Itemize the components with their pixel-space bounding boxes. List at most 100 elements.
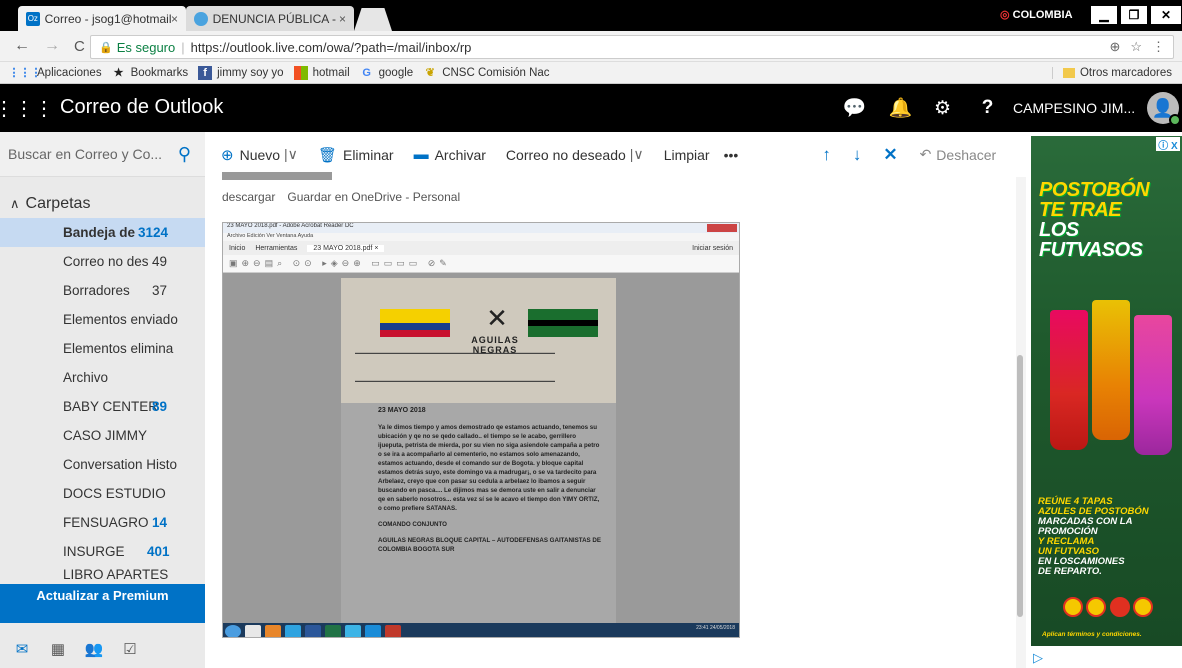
bookmark-facebook[interactable]: f jimmy soy yo xyxy=(198,65,284,80)
pdf-letter: 23 MAYO 2018 Ya le dimos tiempo y amos d… xyxy=(378,406,603,561)
letter-group: AGUILAS NEGRAS BLOQUE CAPITAL – AUTODEFE… xyxy=(378,537,601,553)
ad-terms: Aplican términos y condiciones. xyxy=(1042,631,1142,638)
folder-conversation-history[interactable]: Conversation Histo xyxy=(0,450,205,479)
other-bookmarks[interactable]: Otros marcadores xyxy=(1051,66,1172,79)
tasks-icon[interactable]: ☑ xyxy=(112,640,148,658)
taskbar-app-icon xyxy=(325,624,341,637)
gear-icon[interactable]: ⚙ xyxy=(920,84,965,132)
folder-caso-jimmy[interactable]: CASO JIMMY xyxy=(0,421,205,450)
taskbar-app-icon xyxy=(305,624,321,637)
tab-close-icon[interactable]: × xyxy=(339,12,346,26)
folder-inbox[interactable]: Bandeja de 3124 xyxy=(0,218,205,247)
pdf-toolbar: ▣⊕⊖▤⌕ ⊙⊙ ▸◈⊖⊕ ▭▭▭▭ ⊘✎ xyxy=(223,255,739,273)
help-icon[interactable]: ? xyxy=(965,84,1010,132)
folder-drafts[interactable]: Borradores 37 xyxy=(0,276,205,305)
facebook-icon: f xyxy=(198,65,213,80)
taskbar-app-icon xyxy=(285,624,301,637)
cup-image xyxy=(1050,310,1088,450)
upgrade-premium-button[interactable]: Actualizar a Premium xyxy=(0,584,205,623)
taskbar-app-icon xyxy=(345,624,361,637)
pdf-menu: Archivo Edición Ver Ventana Ayuda xyxy=(223,233,739,241)
browser-tab-outlook[interactable]: Oz Correo - jsog1@hotmail. × xyxy=(18,6,186,31)
forward-icon[interactable]: → xyxy=(44,37,60,55)
more-actions-button[interactable]: ••• xyxy=(724,147,739,163)
back-icon[interactable]: ← xyxy=(14,37,30,55)
taskbar-app-icon xyxy=(385,624,401,637)
save-onedrive-link[interactable]: Guardar en OneDrive - Personal xyxy=(287,190,460,204)
ad-play-icon[interactable]: ▷ xyxy=(1033,650,1043,666)
avatar[interactable]: 👤 xyxy=(1147,92,1181,126)
tab-label: Correo - jsog1@hotmail. xyxy=(44,11,171,26)
pdf-window-title: 23 MAYO 2018.pdf - Adobe Acrobat Reader … xyxy=(223,223,739,233)
ad-choices-icon[interactable]: ⓘ X xyxy=(1156,137,1180,152)
cup-image xyxy=(1092,300,1130,440)
presence-dot xyxy=(1169,114,1181,126)
close-window-button[interactable]: ✕ xyxy=(1150,5,1182,25)
app-launcher-icon[interactable]: ⋮⋮⋮ xyxy=(0,84,54,132)
bell-icon[interactable]: 🔔 xyxy=(878,84,923,132)
folder-deleted[interactable]: Elementos elimina xyxy=(0,334,205,363)
minimize-button[interactable]: ▁ xyxy=(1090,5,1118,25)
close-icon[interactable]: ✕ xyxy=(883,145,897,165)
folder-icon xyxy=(1062,67,1075,78)
account-name[interactable]: CAMPESINO JIM... xyxy=(1013,100,1135,116)
arrow-up-icon[interactable]: ↑ xyxy=(822,145,831,165)
undo-icon: ↶ xyxy=(919,146,932,162)
new-button[interactable]: ⊕ Nuevo |∨ xyxy=(221,146,298,164)
bookmark-star-icon[interactable]: ☆ xyxy=(1130,39,1142,55)
search-input[interactable]: Buscar en Correo y Co... ⚲ xyxy=(0,132,205,177)
people-icon[interactable]: 👥 xyxy=(76,640,112,658)
outlook-favicon-icon: Oz xyxy=(26,11,40,26)
menu-dots-icon[interactable]: ⋮ xyxy=(1152,39,1165,55)
profile-icon: ◎ xyxy=(1000,9,1013,21)
url-text: https://outlook.live.com/owa/?path=/mail… xyxy=(190,39,472,55)
archive-button[interactable]: ▬ Archivar xyxy=(414,146,486,163)
reload-icon[interactable]: C xyxy=(74,38,85,55)
search-icon[interactable]: ⚲ xyxy=(178,144,191,165)
ad-promo-text: REÚNE 4 TAPAS AZULES DE POSTOBÓN MARCADA… xyxy=(1038,496,1149,577)
separator: | xyxy=(181,39,185,55)
folder-sent[interactable]: Elementos enviado xyxy=(0,305,205,334)
apps-grid-icon: ⋮⋮⋮ xyxy=(8,67,42,79)
tab-close-icon[interactable]: × xyxy=(171,12,178,26)
folder-docs-estudio[interactable]: DOCS ESTUDIO xyxy=(0,479,205,508)
attachment-actions: descargar Guardar en OneDrive - Personal xyxy=(222,190,472,204)
bookmark-cnsc[interactable]: ❦ CNSC Comisión Nac xyxy=(423,66,550,80)
zoom-icon[interactable]: ⊕ xyxy=(1109,39,1120,55)
ad-cups-image xyxy=(1040,290,1180,490)
bookmarks-bar: ⋮⋮⋮ Aplicaciones ★ Bookmarks f jimmy soy yo… xyxy=(0,62,1182,84)
junk-button[interactable]: Correo no deseado |∨ xyxy=(506,146,644,163)
module-switcher: ✉ ▦ 👥 ☑ xyxy=(0,630,205,668)
folder-junk[interactable]: Correo no des 49 xyxy=(0,247,205,276)
bookmark-bookmarks[interactable]: ★ Bookmarks xyxy=(112,66,188,80)
eagle-logo: ✕ xyxy=(486,303,508,333)
scrollbar-thumb[interactable] xyxy=(1017,355,1023,617)
calendar-icon[interactable]: ▦ xyxy=(40,640,76,658)
tab-label: DENUNCIA PÚBLICA - FA xyxy=(212,11,339,26)
maximize-button[interactable]: ❐ xyxy=(1120,5,1148,25)
trash-icon: 🗑 xyxy=(317,146,337,164)
attachment-thumbnail xyxy=(222,172,332,180)
folder-baby-center[interactable]: BABY CENTER 89 xyxy=(0,392,205,421)
undo-button[interactable]: ↶ Deshacer xyxy=(920,146,997,163)
delete-button[interactable]: 🗑 Eliminar xyxy=(318,146,394,164)
address-bar[interactable]: 🔒 Es seguro | https://outlook.live.com/o… xyxy=(90,35,1174,59)
bookmark-hotmail[interactable]: hotmail xyxy=(293,65,350,80)
chevron-down-icon: |∨ xyxy=(629,146,644,162)
bookmark-apps[interactable]: ⋮⋮⋮ Aplicaciones xyxy=(8,66,102,80)
skype-chat-icon[interactable]: 💬 xyxy=(832,84,877,132)
sweep-button[interactable]: Limpiar xyxy=(664,147,710,163)
lock-icon: 🔒 xyxy=(99,41,113,54)
mail-icon[interactable]: ✉ xyxy=(4,640,40,658)
taskbar-app-icon xyxy=(245,624,261,637)
browser-tab-denuncia[interactable]: DENUNCIA PÚBLICA - FA × xyxy=(186,6,354,31)
bookmark-google[interactable]: Ggoogle xyxy=(360,66,413,80)
folders-header[interactable]: ∧ Carpetas xyxy=(10,195,90,213)
folder-archive[interactable]: Archivo xyxy=(0,363,205,392)
cup-image xyxy=(1134,315,1172,455)
arrow-down-icon[interactable]: ↓ xyxy=(853,145,862,165)
taskbar-app-icon xyxy=(365,624,381,637)
folder-fensuagro[interactable]: FENSUAGRO 14 xyxy=(0,508,205,537)
download-link[interactable]: descargar xyxy=(222,190,275,204)
window-profile-label: ◎ COLOMBIA xyxy=(1000,9,1073,21)
